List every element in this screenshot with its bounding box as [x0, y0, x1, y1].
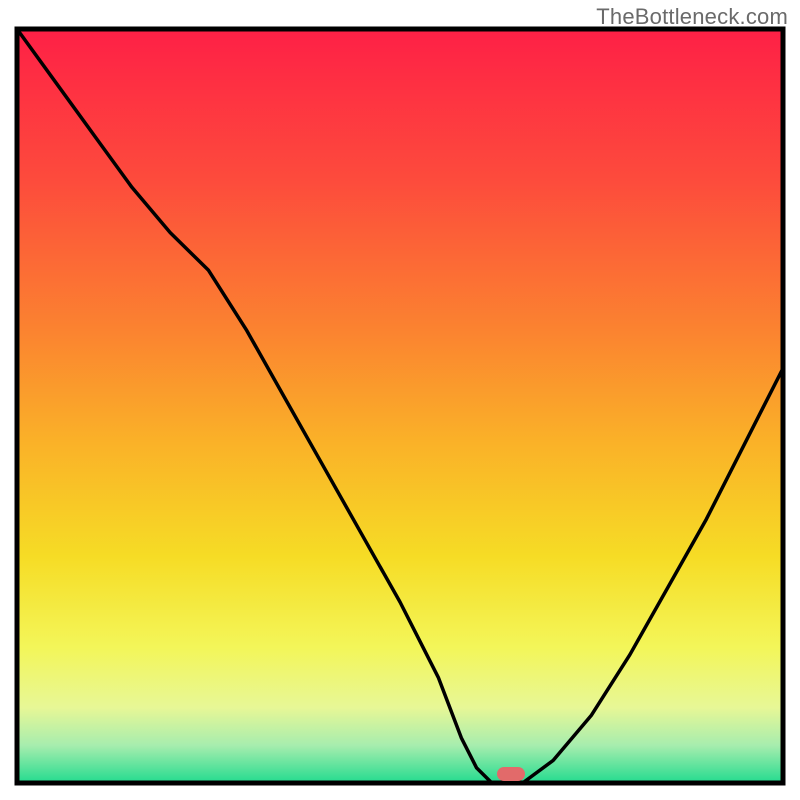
bottleneck-chart: [14, 26, 786, 786]
plot-background: [17, 29, 783, 783]
watermark-text: TheBottleneck.com: [596, 4, 788, 30]
chart-container: TheBottleneck.com: [0, 0, 800, 800]
selected-point-marker: [497, 767, 525, 781]
